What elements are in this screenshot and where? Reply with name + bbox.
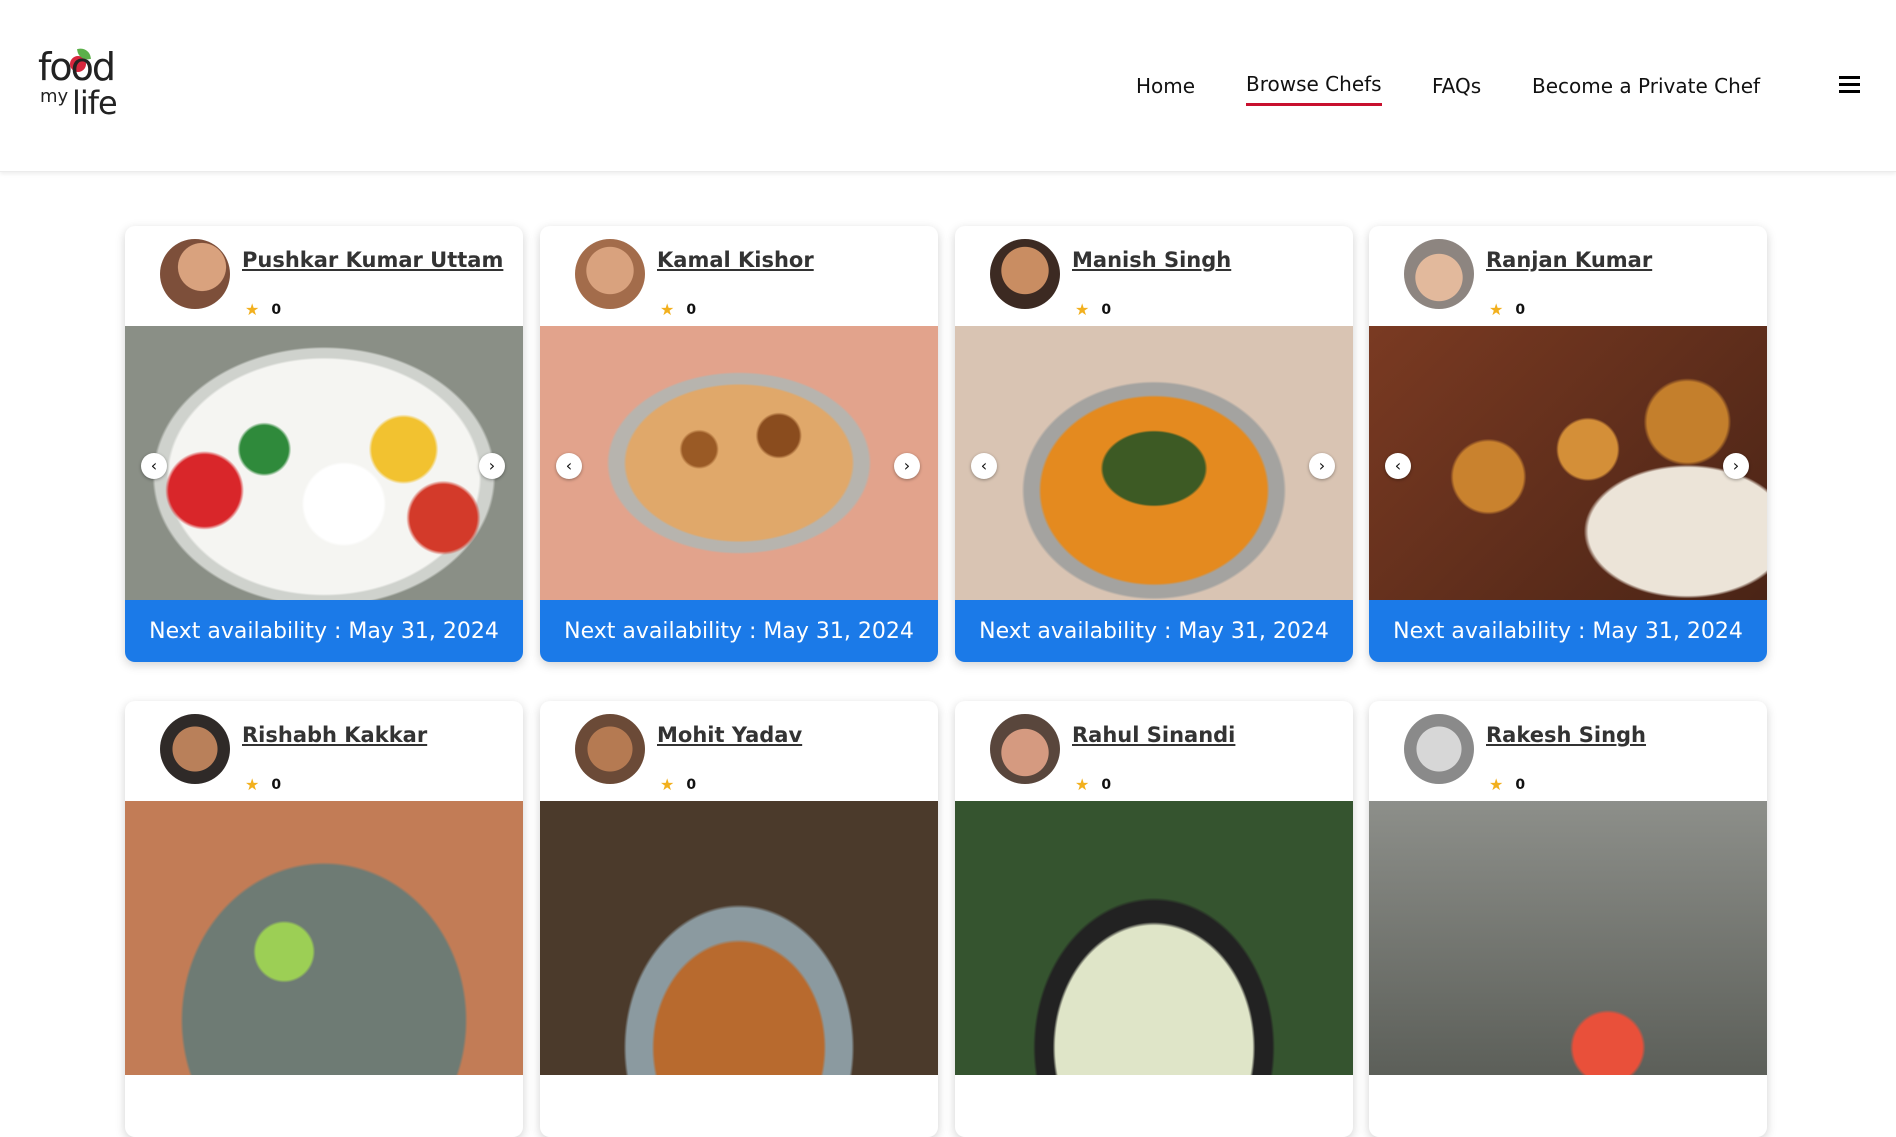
hamburger-icon[interactable] xyxy=(1839,76,1860,94)
chef-rating: ★ 0 xyxy=(1489,775,1525,794)
dish-carousel: ‹ › xyxy=(540,326,938,600)
chef-name-link[interactable]: Manish Singh xyxy=(1072,248,1231,272)
chef-card[interactable]: Rakesh Singh ★ 0 xyxy=(1369,701,1767,1137)
star-icon: ★ xyxy=(660,300,675,319)
dish-carousel xyxy=(125,801,523,1075)
chef-avatar[interactable] xyxy=(1404,714,1474,784)
star-icon: ★ xyxy=(1075,300,1090,319)
chef-avatar[interactable] xyxy=(990,714,1060,784)
chef-name-link[interactable]: Rishabh Kakkar xyxy=(242,723,427,747)
dish-carousel: ‹ › xyxy=(955,326,1353,600)
dish-carousel: ‹ › xyxy=(1369,326,1767,600)
chef-avatar[interactable] xyxy=(1404,239,1474,309)
chevron-right-icon[interactable]: › xyxy=(479,453,505,479)
chef-name-link[interactable]: Mohit Yadav xyxy=(657,723,802,747)
chevron-right-icon[interactable]: › xyxy=(1723,453,1749,479)
dish-carousel xyxy=(955,801,1353,1075)
chef-card[interactable]: Manish Singh ★ 0 ‹ › Next availability :… xyxy=(955,226,1353,662)
nav-home[interactable]: Home xyxy=(1136,74,1195,98)
dish-image xyxy=(125,801,523,1075)
chef-avatar[interactable] xyxy=(160,239,230,309)
chevron-left-icon[interactable]: ‹ xyxy=(971,453,997,479)
star-icon: ★ xyxy=(245,300,260,319)
chef-rating: ★ 0 xyxy=(245,775,281,794)
chef-card[interactable]: Mohit Yadav ★ 0 xyxy=(540,701,938,1137)
availability-bar[interactable]: Next availability : May 31, 2024 xyxy=(125,600,523,662)
chevron-right-icon[interactable]: › xyxy=(1309,453,1335,479)
chef-name-link[interactable]: Ranjan Kumar xyxy=(1486,248,1652,272)
chef-name-link[interactable]: Pushkar Kumar Uttam xyxy=(242,248,503,272)
rating-value: 0 xyxy=(1101,776,1112,793)
availability-bar[interactable]: Next availability : May 31, 2024 xyxy=(955,600,1353,662)
nav-browse-chefs[interactable]: Browse Chefs xyxy=(1246,72,1382,106)
chef-avatar[interactable] xyxy=(990,239,1060,309)
dish-image xyxy=(1369,326,1767,600)
chef-rating: ★ 0 xyxy=(1075,775,1111,794)
star-icon: ★ xyxy=(1489,775,1504,794)
star-icon: ★ xyxy=(1075,775,1090,794)
dish-carousel xyxy=(540,801,938,1075)
chevron-left-icon[interactable]: ‹ xyxy=(141,453,167,479)
nav-become-private-chef[interactable]: Become a Private Chef xyxy=(1532,74,1760,98)
chef-avatar[interactable] xyxy=(575,239,645,309)
star-icon: ★ xyxy=(245,775,260,794)
rating-value: 0 xyxy=(1515,776,1526,793)
chef-rating: ★ 0 xyxy=(1075,300,1111,319)
chevron-right-icon[interactable]: › xyxy=(894,453,920,479)
dish-image xyxy=(955,326,1353,600)
availability-bar[interactable]: Next availability : May 31, 2024 xyxy=(1369,600,1767,662)
dish-image xyxy=(540,801,938,1075)
site-header: food my life Home Browse Chefs FAQs Beco… xyxy=(0,0,1896,172)
star-icon: ★ xyxy=(1489,300,1504,319)
availability-bar[interactable]: Next availability : May 31, 2024 xyxy=(540,600,938,662)
rating-value: 0 xyxy=(686,301,697,318)
rating-value: 0 xyxy=(1101,301,1112,318)
dish-image xyxy=(1369,801,1767,1075)
chevron-left-icon[interactable]: ‹ xyxy=(556,453,582,479)
chef-avatar[interactable] xyxy=(160,714,230,784)
chef-rating: ★ 0 xyxy=(1489,300,1525,319)
star-icon: ★ xyxy=(660,775,675,794)
chef-name-link[interactable]: Rahul Sinandi xyxy=(1072,723,1235,747)
chef-card[interactable]: Ranjan Kumar ★ 0 ‹ › Next availability :… xyxy=(1369,226,1767,662)
chevron-left-icon[interactable]: ‹ xyxy=(1385,453,1411,479)
chef-card[interactable]: Rishabh Kakkar ★ 0 xyxy=(125,701,523,1137)
main-nav: Home Browse Chefs FAQs Become a Private … xyxy=(0,70,1896,110)
dish-image xyxy=(125,326,523,600)
chef-avatar[interactable] xyxy=(575,714,645,784)
chef-rating: ★ 0 xyxy=(245,300,281,319)
chef-rating: ★ 0 xyxy=(660,300,696,319)
rating-value: 0 xyxy=(686,776,697,793)
dish-image xyxy=(540,326,938,600)
rating-value: 0 xyxy=(271,776,282,793)
chef-card[interactable]: Kamal Kishor ★ 0 ‹ › Next availability :… xyxy=(540,226,938,662)
chef-card[interactable]: Pushkar Kumar Uttam ★ 0 ‹ › Next availab… xyxy=(125,226,523,662)
rating-value: 0 xyxy=(1515,301,1526,318)
chef-name-link[interactable]: Rakesh Singh xyxy=(1486,723,1646,747)
dish-image xyxy=(955,801,1353,1075)
dish-carousel xyxy=(1369,801,1767,1075)
chef-rating: ★ 0 xyxy=(660,775,696,794)
nav-faqs[interactable]: FAQs xyxy=(1432,74,1481,98)
chef-card[interactable]: Rahul Sinandi ★ 0 xyxy=(955,701,1353,1137)
chef-name-link[interactable]: Kamal Kishor xyxy=(657,248,814,272)
dish-carousel: ‹ › xyxy=(125,326,523,600)
rating-value: 0 xyxy=(271,301,282,318)
